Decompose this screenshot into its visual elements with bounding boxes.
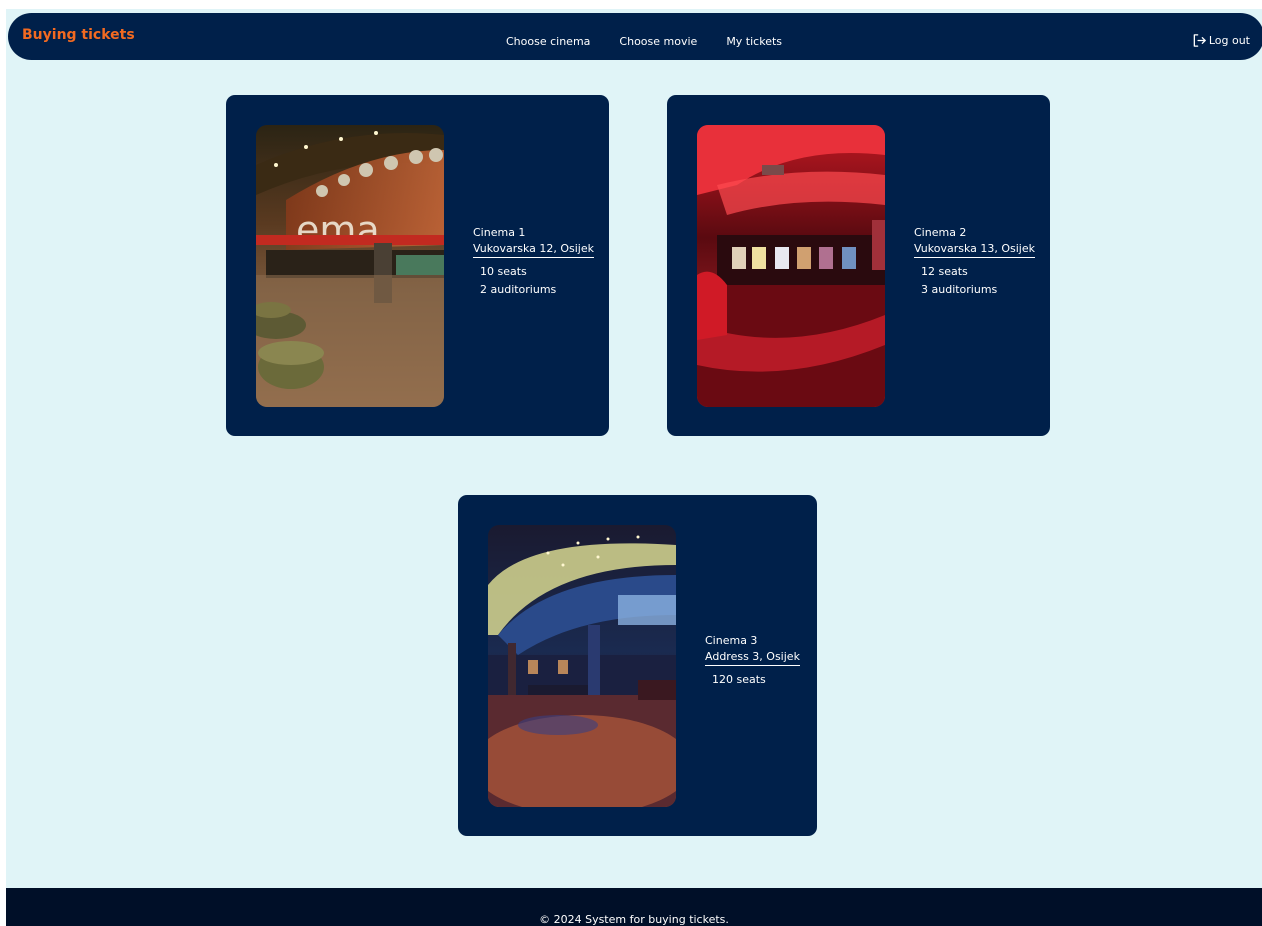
logout-icon <box>1193 34 1206 47</box>
nav-my-tickets[interactable]: My tickets <box>726 35 782 48</box>
nav-choose-movie[interactable]: Choose movie <box>619 35 697 48</box>
cinema-auditoriums: 2 auditoriums <box>480 283 557 296</box>
cinema-2-info: Cinema 2 Vukovarska 13, Osijek 12 seats … <box>914 225 1036 299</box>
cinema-seats: 12 seats <box>921 265 968 278</box>
nav-links: Choose cinema Choose movie My tickets <box>506 35 811 48</box>
cinema-card-3: Cinema 3 Address 3, Osijek 120 seats <box>458 495 817 836</box>
cinema-card-1: ema Cinema 1 Vukovarska 12, Osijek 10 se… <box>226 95 609 436</box>
cinema-address-link[interactable]: Vukovarska 12, Osijek <box>473 241 595 258</box>
page: Buying tickets Choose cinema Choose movi… <box>6 9 1262 926</box>
cinema-3-info: Cinema 3 Address 3, Osijek 120 seats <box>705 633 800 689</box>
cinema-1-photo: ema <box>256 125 444 407</box>
cinema-address-link[interactable]: Vukovarska 13, Osijek <box>914 241 1036 258</box>
cinema-1-info: Cinema 1 Vukovarska 12, Osijek 10 seats … <box>473 225 595 299</box>
logout-button[interactable]: Log out <box>1192 33 1250 48</box>
cinema-name: Cinema 2 <box>914 226 967 239</box>
cinema-name: Cinema 3 <box>705 634 758 647</box>
cinema-3-photo <box>488 525 676 807</box>
cinema-seats: 120 seats <box>712 673 766 686</box>
cinema-card-2: Cinema 2 Vukovarska 13, Osijek 12 seats … <box>667 95 1050 436</box>
footer-copyright: © 2024 System for buying tickets. <box>539 913 729 926</box>
footer: © 2024 System for buying tickets. <box>6 888 1262 926</box>
nav-choose-cinema[interactable]: Choose cinema <box>506 35 590 48</box>
cinema-2-photo <box>697 125 885 407</box>
svg-text:ema: ema <box>296 208 380 252</box>
brand-link[interactable]: Buying tickets <box>22 27 135 43</box>
cinema-seats: 10 seats <box>480 265 527 278</box>
logout-label: Log out <box>1208 34 1250 47</box>
cinema-auditoriums: 3 auditoriums <box>921 283 998 296</box>
cinema-name: Cinema 1 <box>473 226 526 239</box>
cinema-address-link[interactable]: Address 3, Osijek <box>705 649 800 666</box>
navbar: Buying tickets Choose cinema Choose movi… <box>8 13 1262 60</box>
